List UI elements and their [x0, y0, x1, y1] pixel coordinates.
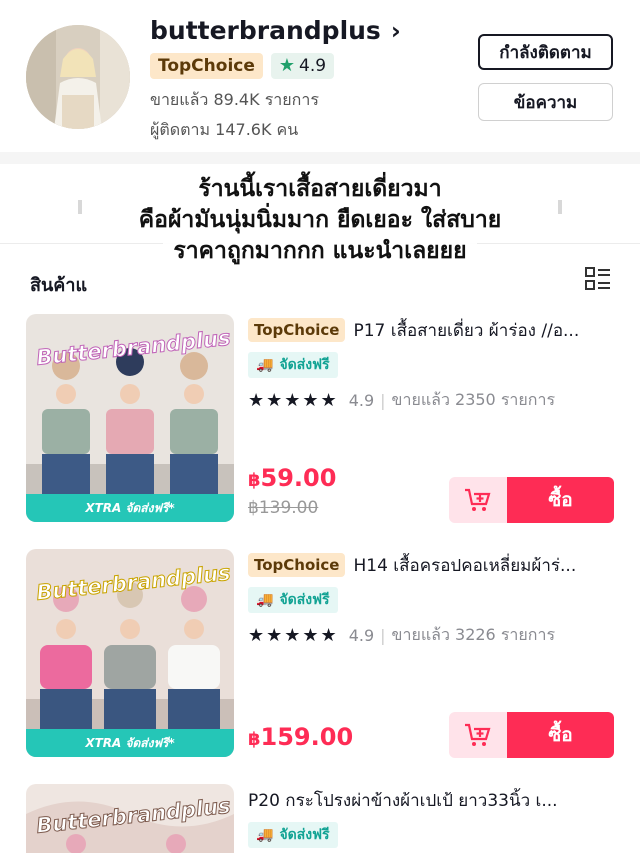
divider: | — [380, 391, 386, 410]
truck-icon: 🚚 — [256, 592, 274, 608]
star-rating-icon: ★★★★★ — [248, 625, 339, 646]
message-button[interactable]: ข้อความ — [478, 83, 613, 121]
shop-name-row[interactable]: butterbrandplus › — [150, 16, 401, 45]
product-image[interactable]: Butterbrandplus — [26, 784, 234, 853]
product-info: P20 กระโปรงผ่าข้างผ้าเปเป้ ยาว33นิ้ว เ..… — [248, 784, 614, 848]
star-rating-icon: ★★★★★ — [248, 390, 339, 411]
shop-badges: TopChoice ★ 4.9 — [150, 53, 335, 79]
currency-symbol: ฿ — [248, 729, 261, 750]
free-shipping-tag: 🚚 จัดส่งฟรี — [248, 822, 338, 848]
product-card[interactable]: Butterbrandplus P20 กระโปรงผ่าข้างผ้าเปเ… — [0, 784, 640, 853]
section-title: สินค้าแ — [30, 275, 88, 296]
free-shipping-tag: 🚚 จัดส่งฟรี — [248, 587, 338, 613]
product-info: TopChoice P17 เสื้อสายเดี่ยว ผ้าร่อง //อ… — [248, 314, 614, 413]
product-image[interactable]: Butterbrandplus XTRA จัดส่งฟรี* — [26, 549, 234, 757]
product-info: TopChoice H14 เสื้อครอปคอเหลี่ยมผ้าร่...… — [248, 549, 614, 648]
buy-button[interactable]: ซื้อ — [507, 477, 614, 523]
product-sold-count: ขายแล้ว 2350 รายการ — [391, 390, 556, 409]
shop-sold-count: ขายแล้ว 89.4K รายการ — [150, 90, 319, 109]
free-shipping-label: จัดส่งฟรี — [279, 592, 330, 608]
shop-rating-badge: ★ 4.9 — [270, 53, 335, 79]
product-rating-row: ★★★★★ 4.9 | ขายแล้ว 3226 รายการ — [248, 623, 614, 648]
topchoice-badge: TopChoice — [150, 53, 263, 79]
product-title[interactable]: P17 เสื้อสายเดี่ยว ผ้าร่อง //อ... — [353, 317, 614, 344]
product-title[interactable]: P20 กระโปรงผ่าข้างผ้าเปเป้ ยาว33นิ้ว เ..… — [248, 787, 614, 814]
xtra-free-shipping-banner: XTRA จัดส่งฟรี* — [26, 494, 234, 522]
add-to-cart-icon — [465, 723, 491, 746]
free-shipping-tag: 🚚 จัดส่งฟรี — [248, 352, 338, 378]
product-rating-row: ★★★★★ 4.9 | ขายแล้ว 2350 รายการ — [248, 388, 614, 413]
free-shipping-label: จัดส่งฟรี — [279, 357, 330, 373]
add-to-cart-button[interactable] — [449, 712, 507, 758]
shop-header: butterbrandplus › TopChoice ★ 4.9 ขายแล้… — [0, 0, 640, 150]
overlay-caption: ร้านนี้เราเสื้อสายเดี่ยวมา คือผ้ามันนุ่ม… — [0, 174, 640, 267]
chevron-right-icon[interactable]: › — [391, 19, 401, 43]
currency-symbol: ฿ — [248, 470, 261, 491]
product-rating-value: 4.9 — [348, 626, 375, 645]
topchoice-badge: TopChoice — [248, 318, 346, 342]
xtra-free-shipping-banner: XTRA จัดส่งฟรี* — [26, 729, 234, 757]
shop-rating-value: 4.9 — [299, 56, 327, 76]
product-card[interactable]: Butterbrandplus XTRA จัดส่งฟรี* TopChoic… — [0, 314, 640, 529]
shop-follower-count: ผู้ติดตาม 147.6K คน — [150, 120, 299, 139]
product-title-row[interactable]: TopChoice H14 เสื้อครอปคอเหลี่ยมผ้าร่... — [248, 549, 614, 581]
product-image[interactable]: Butterbrandplus XTRA จัดส่งฟรี* — [26, 314, 234, 522]
product-title-row[interactable]: P20 กระโปรงผ่าข้างผ้าเปเป้ ยาว33นิ้ว เ..… — [248, 784, 614, 816]
free-shipping-label: จัดส่งฟรี — [279, 827, 330, 843]
original-price: ฿139.00 — [248, 498, 319, 518]
following-button[interactable]: กำลังติดตาม — [478, 34, 613, 70]
shop-avatar[interactable] — [26, 25, 130, 129]
caption-line-1: ร้านนี้เราเสื้อสายเดี่ยวมา — [188, 176, 452, 202]
product-sold-count: ขายแล้ว 3226 รายการ — [391, 625, 556, 644]
list-grid-icon[interactable] — [584, 265, 612, 293]
product-price: ฿159.00 — [248, 723, 353, 751]
product-title[interactable]: H14 เสื้อครอปคอเหลี่ยมผ้าร่... — [353, 552, 614, 579]
product-price: ฿59.00 — [248, 464, 336, 492]
price-value: 159.00 — [260, 723, 354, 751]
section-divider — [0, 152, 640, 164]
add-to-cart-icon — [465, 488, 491, 511]
divider: | — [380, 626, 386, 645]
shop-name[interactable]: butterbrandplus — [150, 16, 381, 45]
price-value: 59.00 — [260, 464, 337, 492]
star-icon: ★ — [278, 55, 296, 76]
caption-line-2: คือผ้ามันนุ่มนิ่มมาก ยืดเยอะ ใส่สบาย — [128, 207, 512, 233]
product-title-row[interactable]: TopChoice P17 เสื้อสายเดี่ยว ผ้าร่อง //อ… — [248, 314, 614, 346]
truck-icon: 🚚 — [256, 357, 274, 373]
product-card[interactable]: Butterbrandplus XTRA จัดส่งฟรี* TopChoic… — [0, 549, 640, 764]
add-to-cart-button[interactable] — [449, 477, 507, 523]
caption-line-3: ราคาถูกมากกก แนะนำเลยยย — [163, 238, 477, 264]
buy-button[interactable]: ซื้อ — [507, 712, 614, 758]
product-rating-value: 4.9 — [348, 391, 375, 410]
truck-icon: 🚚 — [256, 827, 274, 843]
avatar-image — [26, 25, 130, 129]
topchoice-badge: TopChoice — [248, 553, 346, 577]
